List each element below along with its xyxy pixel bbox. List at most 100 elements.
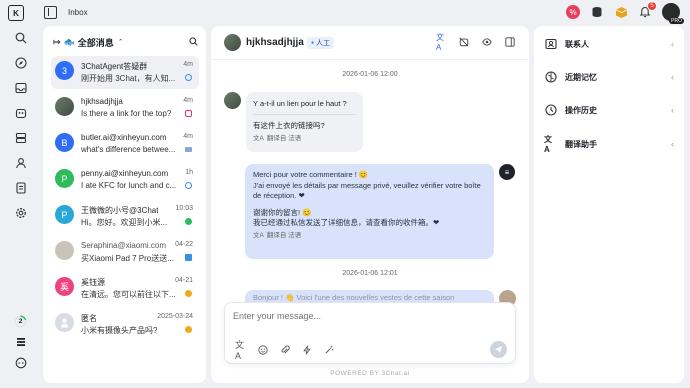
conversation-list-panel: ↦ 🐟 全部消息 ⌃ 3 3ChatAgent答疑群 4m 刚开始用 3Chat… <box>43 26 206 383</box>
translation-note-text: 翻译自 法语 <box>266 135 302 142</box>
avatar: P <box>55 169 74 188</box>
message-translated-text: 我已经通过私信发送了详细信息，请查看你的收件箱。❤ <box>253 218 440 227</box>
conversation-name: penny.ai@xinheyun.com <box>81 169 169 178</box>
conversation-preview: I ate KFC for lunch and c... <box>81 181 177 190</box>
panel-item-contacts[interactable]: 联系人 ‹ <box>544 36 674 52</box>
email-icon <box>185 147 192 152</box>
translate-icon[interactable]: 文A <box>436 33 446 52</box>
help-chat-icon[interactable] <box>14 356 27 369</box>
divider <box>253 114 356 115</box>
conversation-name: hjkhsadjhjja <box>81 97 123 106</box>
conversation-time: 10:03 <box>175 205 193 212</box>
bell-icon[interactable]: 5 <box>638 1 657 19</box>
powered-by: POWERED BY 3Chat.ai <box>330 370 410 377</box>
brand-icon[interactable]: % <box>566 5 580 19</box>
magic-wand-icon[interactable] <box>323 344 334 355</box>
conversation-item[interactable]: 奚 奚钰源 04-21 在清远。您可以前往以下... <box>51 272 199 305</box>
outgoing-message[interactable]: Merci pour votre commentaire ! 😊 J'ai en… <box>245 164 494 259</box>
avatar <box>55 241 74 260</box>
conversation-preview: 小米有摄像头产品吗? <box>81 326 158 335</box>
box-icon[interactable] <box>614 5 628 19</box>
emoji-icon[interactable] <box>257 344 268 355</box>
avatar: P <box>55 205 74 224</box>
user-avatar[interactable]: PRO <box>662 3 684 24</box>
conversation-preview: 在清远。您可以前往以下... <box>81 290 176 299</box>
database-icon[interactable] <box>590 5 604 19</box>
message-composer: 文A <box>224 302 516 364</box>
chevron-left-icon: ‹ <box>671 139 674 149</box>
user-icon[interactable] <box>14 156 27 169</box>
collapse-arrow-icon[interactable]: ↦ <box>53 37 61 48</box>
send-button[interactable] <box>490 341 507 358</box>
message-channel-icon <box>185 254 192 261</box>
conversation-name: 王微微的小号@3Chat <box>81 206 159 215</box>
conversation-preview: 刚开始用 3Chat，有人知... <box>81 74 176 83</box>
avatar <box>224 92 241 109</box>
attachment-icon[interactable] <box>279 344 290 355</box>
search-icon[interactable] <box>14 31 27 44</box>
bot-off-icon[interactable] <box>459 37 469 47</box>
lightning-icon[interactable] <box>301 344 312 355</box>
conversation-time: 04-22 <box>175 241 193 248</box>
status-badge[interactable]: 人工 <box>307 37 335 49</box>
incoming-message[interactable]: Y a-t-il un lien pour le haut ? 有这件上衣的链接… <box>246 92 363 152</box>
instagram-icon <box>185 110 192 117</box>
translate-icon[interactable]: 文A <box>235 340 246 361</box>
inbox-icon[interactable] <box>14 81 27 94</box>
message-input[interactable] <box>233 311 503 321</box>
message-translated-text: 有这件上衣的链接吗? <box>253 121 325 130</box>
web-channel-icon <box>185 326 192 333</box>
panel-item-history[interactable]: 操作历史 ‹ <box>544 102 674 118</box>
translate-icon: 文A <box>544 135 552 154</box>
sidebar-toggle-icon[interactable] <box>44 6 57 19</box>
top-icons: % 5 PRO <box>566 1 684 24</box>
panel-item-label: 联系人 <box>565 39 589 49</box>
panel-toggle-icon[interactable] <box>505 37 515 47</box>
conversation-time: 4m <box>183 133 193 140</box>
conversation-item[interactable]: P penny.ai@xinheyun.com 1h I ate KFC for… <box>51 164 199 197</box>
brain-icon <box>544 71 557 84</box>
avatar <box>55 97 74 116</box>
conversation-item[interactable]: Seraphina@xiaomi.com 04-22 买Xiaomi Pad 7… <box>51 236 199 269</box>
conversation-name: butler.ai@xinheyun.com <box>81 133 167 142</box>
conversation-item[interactable]: P 王微微的小号@3Chat 10:03 Hi。您好。欢迎到小米... <box>51 200 199 233</box>
eye-icon[interactable] <box>482 37 492 47</box>
pro-badge: PRO <box>669 18 684 24</box>
conversation-name: 3ChatAgent答疑群 <box>81 62 148 71</box>
compass-icon[interactable] <box>14 56 27 69</box>
conversation-item[interactable]: B butler.ai@xinheyun.com 4m what's diffe… <box>51 128 199 161</box>
translation-note: 文A 翻译自 法语 <box>253 231 486 242</box>
date-separator: 2026-01-06 12:01 <box>342 270 398 277</box>
avatar[interactable] <box>224 34 241 51</box>
panel-item-label: 操作历史 <box>565 105 597 115</box>
nav-rail: 2 <box>0 26 40 388</box>
chat-contact-name[interactable]: hjkhsadjhjja <box>246 37 304 48</box>
conversation-item[interactable]: 3 3ChatAgent答疑群 4m 刚开始用 3Chat，有人知... <box>51 56 199 89</box>
app-logo[interactable]: K <box>8 5 24 21</box>
conversation-time: 4m <box>183 97 193 104</box>
list-filter-title[interactable]: 全部消息 <box>78 36 114 49</box>
search-icon[interactable] <box>189 36 198 48</box>
conversation-time: 1h <box>185 169 193 176</box>
document-icon[interactable] <box>14 181 27 194</box>
channel-icon <box>185 74 192 81</box>
progress-count: 2 <box>18 318 23 325</box>
chevron-up-icon[interactable]: ⌃ <box>118 38 124 46</box>
page-title: Inbox <box>68 8 88 17</box>
chat-header: hjkhsadjhjja 人工 文A <box>211 26 529 60</box>
avatar: 奚 <box>55 277 74 296</box>
conversation-preview: Is there a link for the top? <box>81 109 172 118</box>
inbox-group-icon: 🐟 <box>63 36 75 47</box>
panel-item-memory[interactable]: 近期记忆 ‹ <box>544 69 674 85</box>
server-icon[interactable] <box>14 131 27 144</box>
bot-icon[interactable] <box>14 106 27 119</box>
brand-mark-icon[interactable] <box>14 335 27 348</box>
settings-gear-icon[interactable] <box>14 206 27 219</box>
chat-header-actions: 文A <box>436 33 515 52</box>
conversation-preview: 买Xiaomi Pad 7 Pro送送... <box>81 254 174 263</box>
channel-icon <box>185 182 192 189</box>
conversation-item[interactable]: hjkhsadjhjja 4m Is there a link for the … <box>51 92 199 125</box>
conversation-item[interactable]: 匿名 2025-03-24 小米有摄像头产品吗? <box>51 308 199 341</box>
panel-item-translator[interactable]: 文A 翻译助手 ‹ <box>544 135 674 154</box>
progress-ring[interactable]: 2 <box>14 315 27 328</box>
